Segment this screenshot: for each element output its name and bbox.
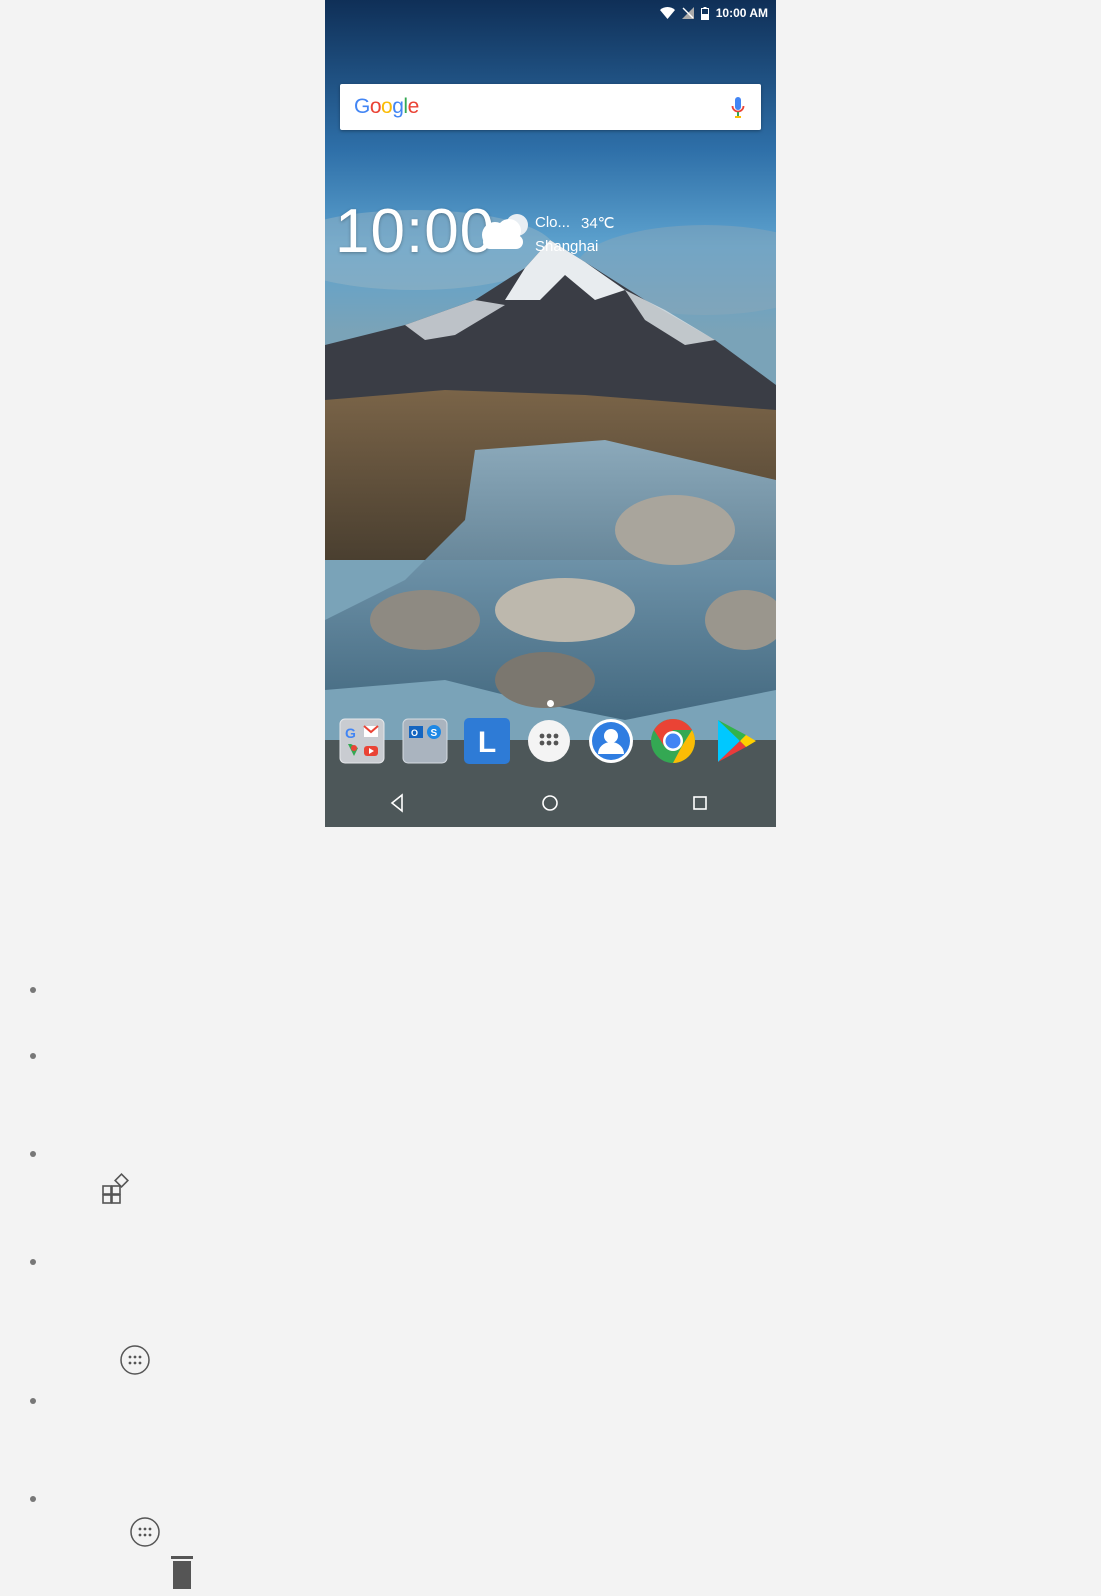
back-icon[interactable]: [386, 792, 408, 814]
svg-text:S: S: [431, 728, 438, 739]
list-bullet: [30, 1398, 36, 1404]
recents-icon[interactable]: [689, 792, 711, 814]
letter-l-icon[interactable]: L: [464, 718, 510, 764]
weather-condition[interactable]: Clo...: [535, 214, 570, 231]
play-store-icon[interactable]: [712, 718, 758, 764]
svg-text:O: O: [411, 728, 418, 738]
google-logo: Google: [354, 95, 419, 118]
office-apps-folder-icon[interactable]: O S: [402, 718, 448, 764]
contact-icon[interactable]: [588, 718, 634, 764]
all-apps-icon: [130, 1517, 160, 1547]
google-apps-folder-icon[interactable]: G: [339, 718, 385, 764]
list-bullet: [30, 1151, 36, 1157]
list-bullet: [30, 1259, 36, 1265]
svg-text:G: G: [345, 725, 356, 741]
home-screen: 10:00 AM Google 10:00 Clo... 34℃ Shangha…: [325, 0, 776, 827]
widgets-icon: [102, 1173, 129, 1204]
google-search-bar[interactable]: Google: [340, 84, 761, 130]
navigation-bar: [325, 782, 776, 826]
status-bar: 10:00 AM: [659, 5, 768, 21]
dock: G O S L: [339, 718, 765, 768]
list-bullet: [30, 1496, 36, 1502]
trash-icon: [171, 1556, 193, 1589]
cloud-icon: [482, 214, 528, 249]
chrome-icon[interactable]: [650, 718, 696, 764]
all-apps-icon[interactable]: [526, 718, 572, 764]
all-apps-icon: [120, 1345, 150, 1375]
home-icon[interactable]: [539, 792, 561, 814]
page-indicator: [547, 700, 554, 707]
weather-city[interactable]: Shanghai: [535, 238, 598, 255]
status-time: 10:00 AM: [715, 6, 768, 20]
svg-text:L: L: [478, 726, 496, 759]
no-signal-icon: [681, 7, 694, 19]
list-bullet: [30, 987, 36, 993]
clock-widget[interactable]: 10:00: [335, 196, 495, 267]
list-bullet: [30, 1053, 36, 1059]
weather-temperature[interactable]: 34℃: [581, 214, 615, 232]
mic-icon[interactable]: [731, 97, 745, 119]
wifi-icon: [659, 7, 675, 19]
battery-icon: [700, 6, 709, 20]
